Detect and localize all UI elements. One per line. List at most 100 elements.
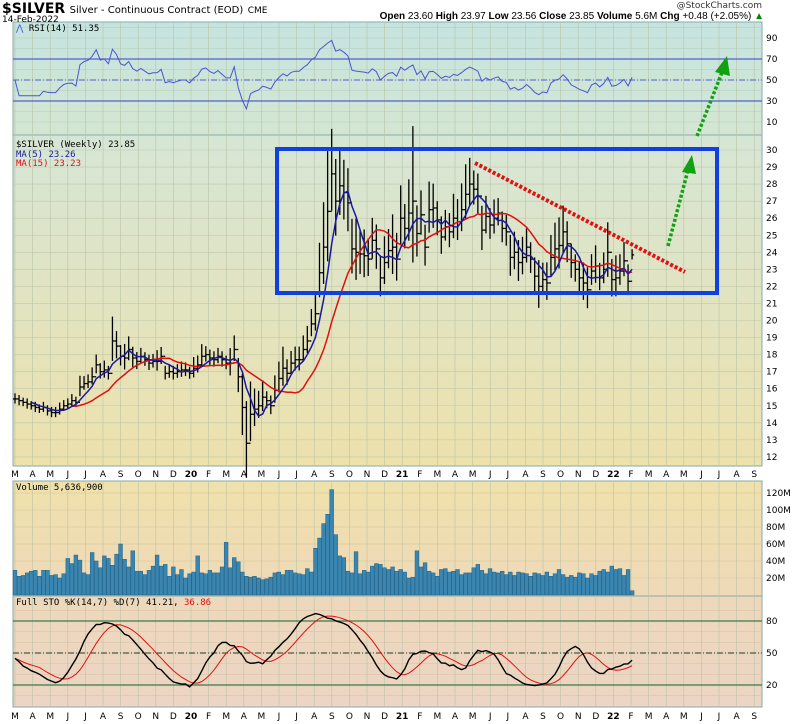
x-axis-label: M — [434, 712, 442, 722]
volume-bar — [341, 557, 347, 596]
x-axis-label: A — [452, 470, 459, 480]
chg-label: Chg — [660, 11, 680, 22]
volume-bar — [297, 573, 302, 596]
volume-bar — [236, 561, 241, 596]
x-axis-label: O — [135, 470, 142, 480]
open-label: Open — [379, 11, 406, 22]
volume-bar — [37, 576, 42, 596]
volume-bar — [223, 542, 229, 596]
volume-bar — [573, 576, 578, 596]
volume-bar — [292, 572, 298, 596]
x-axis-label: M — [469, 712, 477, 722]
volume-bar — [370, 565, 375, 596]
volume-bar — [106, 558, 111, 596]
volume-bar — [211, 572, 217, 596]
x-axis-label: A — [663, 470, 670, 480]
x-axis-label: M — [11, 712, 19, 722]
x-axis-label: A — [734, 470, 741, 480]
price-tick-label: 18 — [766, 351, 778, 361]
chg-value: +0.48 (+2.05%) — [682, 11, 752, 22]
volume-bar — [232, 557, 237, 596]
x-axis-label: 21 — [396, 712, 409, 722]
volume-bar — [625, 569, 631, 596]
x-axis-label: 22 — [607, 470, 620, 480]
volume-bar — [459, 574, 464, 596]
volume-bar — [313, 548, 318, 596]
x-axis-label: A — [663, 712, 670, 722]
x-axis-label: 22 — [607, 712, 620, 722]
volume-bar — [191, 571, 196, 596]
volume-bar — [333, 534, 338, 596]
volume-bar — [487, 568, 493, 596]
stochastic-panel — [12, 595, 763, 708]
volume-bar — [443, 568, 448, 596]
chart-svg: MMAAMMJJJJAASSOONNDD2020FFMMAAMMJJJJAASS… — [11, 21, 791, 722]
volume-bar — [256, 577, 261, 596]
volume-bar — [548, 576, 554, 596]
price-tick-label: 28 — [766, 180, 778, 190]
x-axis-label: O — [346, 712, 353, 722]
volume-bar — [431, 572, 436, 596]
price-tick-label: 13 — [766, 436, 777, 446]
volume-bar — [544, 571, 550, 596]
volume-bar — [29, 570, 34, 596]
volume-bar — [321, 523, 326, 596]
volume-bar — [98, 567, 103, 596]
price-tick-label: 29 — [766, 163, 778, 173]
x-axis-label: J — [83, 712, 87, 722]
volume-bar — [414, 550, 420, 596]
volume-bar — [516, 571, 521, 596]
volume-bar — [260, 579, 265, 596]
x-axis-label: J — [699, 470, 703, 480]
x-axis-label: N — [152, 712, 159, 722]
volume-bar — [463, 572, 468, 596]
up-arrow-icon: ▲ — [754, 11, 764, 22]
close-value: 23.85 — [569, 11, 595, 22]
volume-bar — [280, 574, 286, 596]
volume-bar — [386, 569, 391, 596]
x-axis-label: M — [469, 470, 477, 480]
x-axis-label: J — [294, 712, 298, 722]
volume-bar — [203, 573, 208, 596]
x-axis-label: S — [118, 470, 124, 480]
volume-bar — [317, 537, 322, 596]
price-tick-label: 24 — [766, 248, 778, 258]
volume-bar — [183, 577, 188, 596]
volume-bar — [560, 574, 566, 596]
x-axis-label: M — [258, 470, 266, 480]
volume-bar — [471, 567, 476, 596]
x-axis-label: J — [83, 470, 87, 480]
volume-bar — [451, 570, 456, 596]
price-tick-label: 27 — [766, 197, 777, 207]
price-legend: $SILVER (Weekly) 23.85 — [16, 140, 135, 150]
volume-bar — [467, 572, 472, 596]
volume-bar — [439, 569, 444, 596]
volume-bar — [455, 569, 460, 596]
volume-bar — [374, 563, 379, 596]
volume-bar — [601, 569, 606, 596]
volume-bar — [118, 543, 123, 596]
x-axis-label: A — [452, 712, 459, 722]
volume-bar — [272, 572, 277, 596]
volume-bar — [57, 577, 62, 596]
x-axis-label: O — [557, 470, 564, 480]
volume-bar — [154, 554, 160, 596]
price-tick-label: 16 — [766, 385, 778, 395]
volume-bar — [565, 576, 570, 596]
x-axis-label: J — [65, 470, 69, 480]
x-axis-label: D — [592, 712, 599, 722]
volume-bar — [134, 570, 139, 596]
ohlc-summary: Open 23.60 High 23.97 Low 23.56 Close 23… — [380, 11, 764, 22]
volume-bar — [268, 576, 273, 596]
x-axis-label: J — [277, 712, 281, 722]
x-axis-label: N — [364, 470, 371, 480]
x-axis-label: J — [294, 470, 298, 480]
volume-bar — [187, 573, 192, 596]
x-axis-label: J — [277, 470, 281, 480]
volume-bar — [89, 552, 95, 596]
volume-bar — [569, 575, 574, 596]
volume-bar — [12, 570, 18, 596]
stockcharts-credit[interactable]: @StockCharts.com — [677, 1, 762, 11]
volume-bar — [33, 570, 38, 596]
volume-bar — [163, 564, 168, 596]
